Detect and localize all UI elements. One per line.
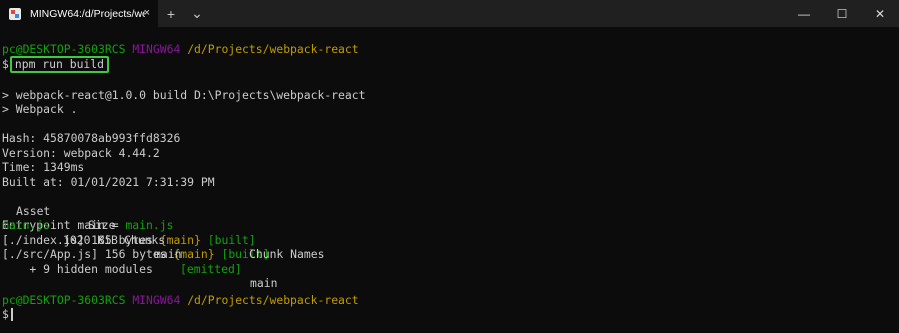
terminal-window: MINGW64:/d/Projects/webpack × + ⌄ — ☐ ✕ … [0, 0, 899, 333]
prompt-env: MINGW64 [132, 292, 181, 307]
title-bar: MINGW64:/d/Projects/webpack × + ⌄ — ☐ ✕ [0, 0, 899, 27]
script-line: > Webpack . [2, 102, 78, 116]
entrypoint-value: main.js [125, 218, 174, 232]
chevron-down-icon[interactable]: ⌄ [184, 0, 210, 27]
version-value: 4.44.2 [118, 145, 160, 160]
text-cursor [10, 308, 13, 321]
input-line[interactable]: $ [2, 307, 899, 322]
asset-name: main.js [2, 218, 51, 232]
prompt-path: /d/Projects/webpack-react [187, 292, 359, 307]
prompt-symbol: $ [2, 307, 9, 321]
close-button[interactable]: ✕ [861, 0, 899, 27]
prompt-line: pc@DESKTOP-3603RCS MINGW64 /d/Projects/w… [2, 293, 899, 308]
header-chunk-names: Chunk Names [249, 247, 325, 261]
asset-chunk-names: main [250, 276, 278, 290]
prompt-symbol: $ [2, 57, 9, 71]
prompt-path: /d/Projects/webpack-react [187, 41, 359, 56]
new-tab-button[interactable]: + [158, 0, 184, 27]
header-chunks: Chunks [124, 232, 166, 247]
hidden-modules-line: + 9 hidden modules [2, 261, 153, 276]
tab-title: MINGW64:/d/Projects/webpack [30, 7, 145, 20]
version-line: Version: webpack 4.44.2 [2, 146, 899, 161]
module-line: [./src/App.js] 156 bytes {main} [built] [2, 247, 899, 262]
title-bar-drag-area[interactable] [210, 0, 785, 27]
prompt-user-host: pc@DESKTOP-3603RCS [2, 41, 126, 56]
asset-table-header: Asset Size Chunks Chunk Names [2, 189, 899, 262]
module-chunk: {main} [159, 232, 201, 247]
tab-close-icon[interactable]: × [144, 6, 150, 20]
built-at-line: Built at: 01/01/2021 7:31:39 PM [2, 174, 215, 189]
time-line: Time: 1349ms [2, 160, 85, 174]
asset-size: 1020 KiB [63, 232, 118, 247]
mingw-app-icon [9, 7, 21, 20]
header-size: Size [88, 218, 116, 232]
module-status: [built] [207, 232, 256, 247]
terminal-output[interactable]: pc@DESKTOP-3603RCS MINGW64 /d/Projects/w… [0, 27, 899, 333]
hash-line: Hash: 45870078ab993ffd8326 [2, 131, 181, 145]
command-line: $ npm run build [2, 56, 899, 73]
script-line: > webpack-react@1.0.0 build D:\Projects\… [2, 87, 366, 102]
asset-chunks: main [154, 247, 182, 261]
prompt-env: MINGW64 [132, 41, 181, 56]
command-text: npm run build [9, 56, 110, 73]
maximize-button[interactable]: ☐ [823, 0, 861, 27]
prompt-line: pc@DESKTOP-3603RCS MINGW64 /d/Projects/w… [2, 42, 899, 57]
entrypoint-line: Entrypoint main = main.js [2, 218, 899, 233]
terminal-tab[interactable]: MINGW64:/d/Projects/webpack × [0, 0, 158, 27]
asset-table-row: main.js 1020 KiB main [emitted] main [2, 204, 899, 290]
version-label: Version: webpack [2, 145, 119, 160]
minimize-button[interactable]: — [785, 0, 823, 27]
asset-status: [emitted] [180, 261, 242, 276]
